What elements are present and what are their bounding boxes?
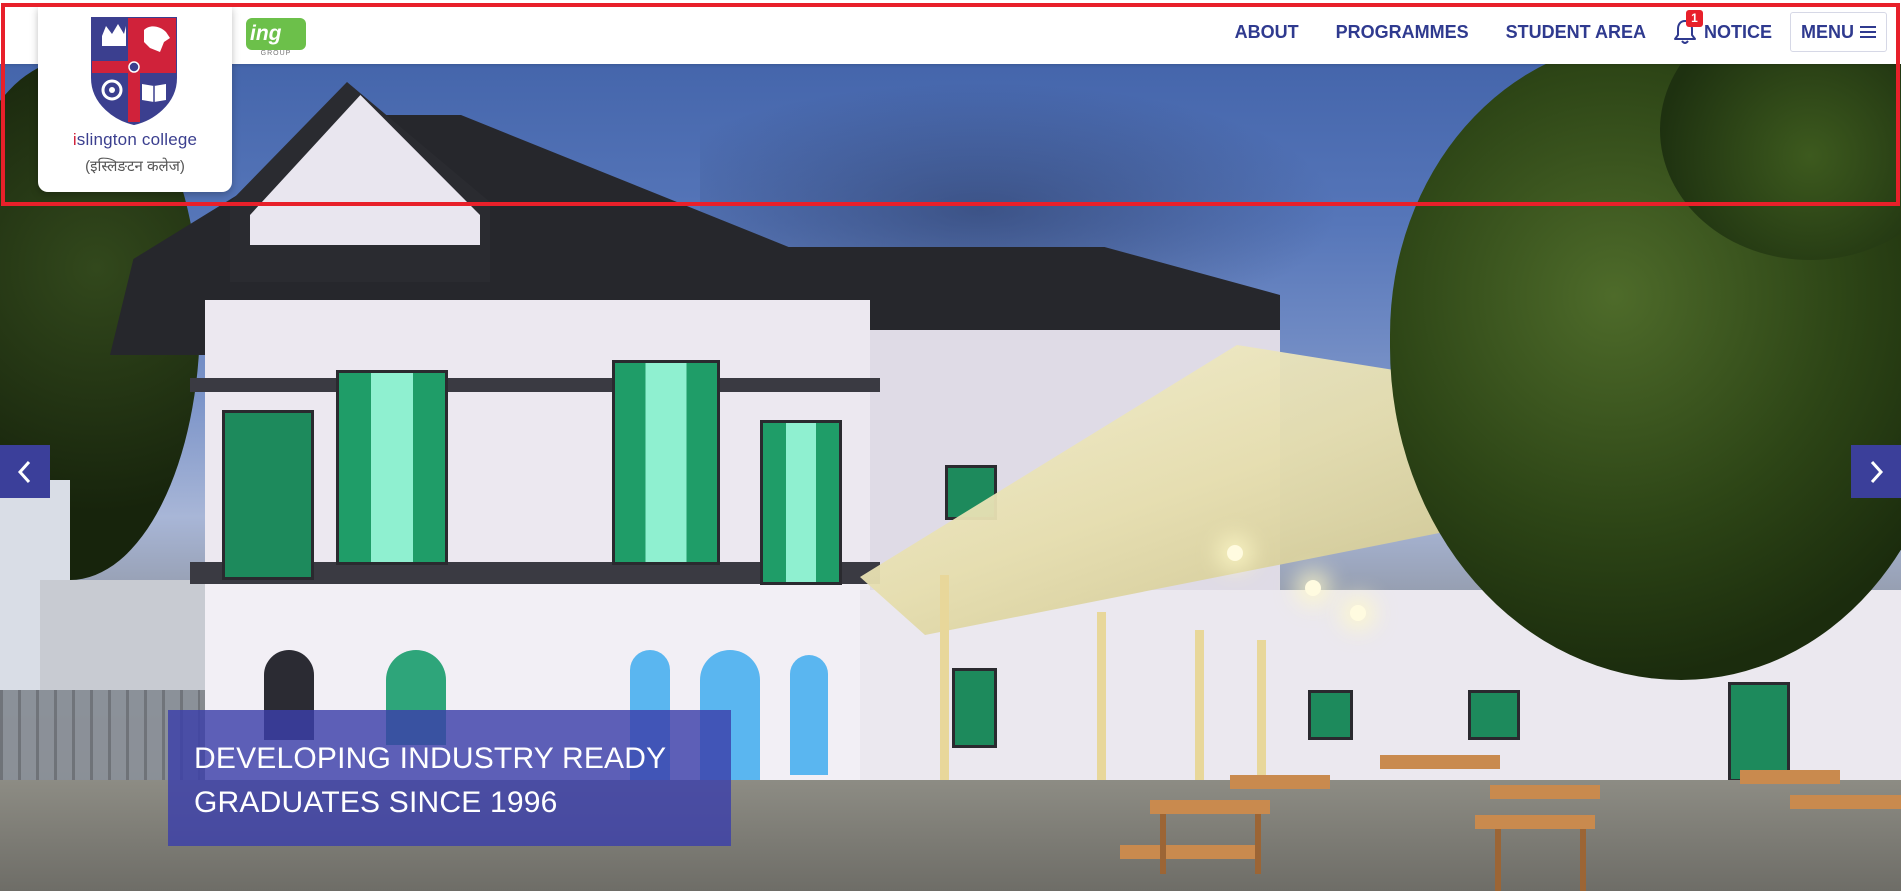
- bench: [1150, 800, 1270, 814]
- nav-programmes[interactable]: PROGRAMMES: [1336, 22, 1469, 43]
- bench: [1490, 785, 1600, 799]
- hero-caption-line1: DEVELOPING INDUSTRY READY: [194, 742, 667, 775]
- college-crest-icon: [91, 17, 177, 126]
- nav-about[interactable]: ABOUT: [1235, 22, 1299, 43]
- main-nav: ABOUT PROGRAMMES STUDENT AREA 1 NOTICE M…: [1198, 0, 1887, 64]
- bench: [1740, 770, 1840, 784]
- building-band: [190, 378, 880, 392]
- door: [1728, 682, 1790, 782]
- bench-leg: [1580, 829, 1586, 891]
- notice-link[interactable]: 1 NOTICE: [1672, 10, 1772, 46]
- carousel-next-button[interactable]: [1851, 445, 1901, 498]
- window: [1308, 690, 1353, 740]
- window: [1468, 690, 1520, 740]
- window: [952, 668, 997, 748]
- window: [336, 370, 448, 565]
- carousel-prev-button[interactable]: [0, 445, 50, 498]
- chevron-left-icon: [17, 460, 31, 483]
- hero-caption-line2: GRADUATES SINCE 1996: [194, 786, 558, 819]
- menu-label: MENU: [1801, 21, 1854, 42]
- window: [612, 360, 720, 565]
- lamp: [1350, 605, 1366, 621]
- menu-button[interactable]: MENU: [1790, 12, 1887, 52]
- lamp: [1305, 580, 1321, 596]
- bench: [1230, 775, 1330, 789]
- doorway: [790, 655, 828, 775]
- college-name-rest: slington college: [76, 130, 198, 149]
- lamp: [1227, 545, 1243, 561]
- bench-leg: [1160, 814, 1166, 874]
- window: [222, 410, 314, 580]
- canopy-pole: [1257, 640, 1266, 780]
- hamburger-icon: [1860, 26, 1876, 38]
- bell-icon[interactable]: 1: [1672, 10, 1703, 46]
- bench-leg: [1495, 829, 1501, 891]
- bench: [1790, 795, 1901, 809]
- neighbour-building-small: [40, 580, 210, 690]
- ing-group-logo[interactable]: ing GROUP: [246, 18, 306, 58]
- college-logo-link[interactable]: islington college (इस्लिङटन कलेज): [38, 6, 232, 192]
- bench: [1475, 815, 1595, 829]
- ing-logo-sub: GROUP: [260, 50, 292, 57]
- bench: [1120, 845, 1260, 859]
- college-name-nepali: (इस्लिङटन कलेज): [85, 158, 185, 175]
- hero-caption: DEVELOPING INDUSTRY READY GRADUATES SINC…: [168, 710, 731, 846]
- college-name: islington college: [38, 130, 232, 150]
- window: [760, 420, 842, 585]
- chevron-right-icon: [1870, 460, 1884, 483]
- nav-student-area[interactable]: STUDENT AREA: [1506, 22, 1646, 43]
- notice-count-badge: 1: [1685, 10, 1703, 27]
- bench: [1380, 755, 1500, 769]
- ing-logo-text: ing: [246, 18, 306, 50]
- notice-label: NOTICE: [1703, 21, 1772, 42]
- bench-leg: [1255, 814, 1261, 874]
